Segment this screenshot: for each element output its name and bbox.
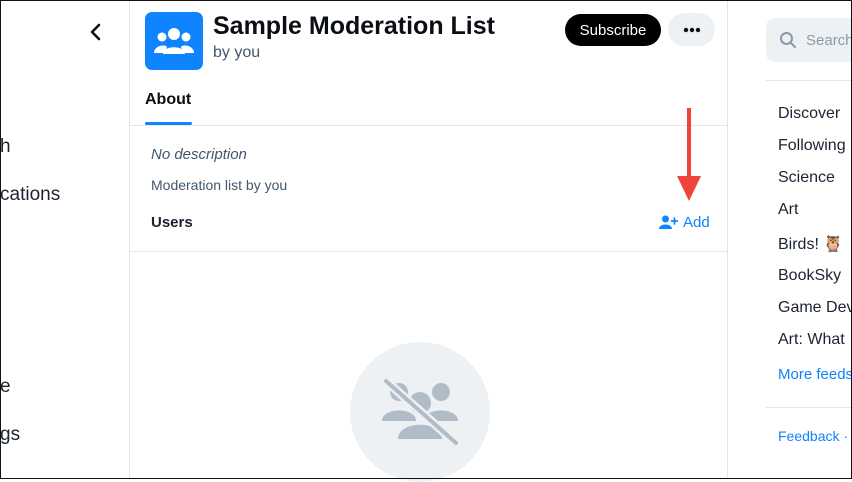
nav-item-label: gs bbox=[0, 424, 21, 445]
divider bbox=[130, 251, 728, 252]
nav-item-label: e bbox=[0, 376, 11, 397]
search-input[interactable]: Search bbox=[766, 18, 852, 62]
tab-about[interactable]: About bbox=[145, 91, 191, 109]
list-meta: Moderation list by you bbox=[151, 177, 288, 193]
subscribe-button[interactable]: Subscribe bbox=[565, 14, 661, 46]
feed-link[interactable]: Birds! 🦉 bbox=[778, 234, 843, 254]
users-slash-icon bbox=[381, 377, 461, 447]
search-icon bbox=[780, 32, 796, 48]
list-avatar bbox=[145, 12, 203, 70]
right-sidebar: Search Discover Following Science Art Bi… bbox=[728, 0, 852, 479]
nav-item-label: h bbox=[0, 136, 11, 157]
nav-item-settings[interactable]: gs bbox=[0, 424, 20, 446]
search-placeholder: Search bbox=[806, 31, 852, 49]
feed-link[interactable]: BookSky bbox=[778, 267, 841, 285]
users-group-icon bbox=[154, 28, 194, 54]
list-title: Sample Moderation List bbox=[213, 12, 495, 40]
list-owner: by you bbox=[213, 44, 261, 61]
nav-item-notifications[interactable]: cations bbox=[0, 184, 60, 206]
feed-link[interactable]: Art bbox=[778, 201, 798, 219]
nav-item-search[interactable]: h bbox=[0, 136, 11, 158]
list-description: No description bbox=[151, 146, 247, 163]
list-detail-panel: Sample Moderation List by you Subscribe … bbox=[129, 0, 728, 482]
more-options-button[interactable] bbox=[668, 13, 715, 46]
back-button[interactable] bbox=[82, 18, 110, 46]
users-section-label: Users bbox=[151, 214, 193, 231]
divider bbox=[766, 407, 852, 408]
empty-users-placeholder bbox=[350, 342, 490, 482]
more-feeds-link[interactable]: More feeds bbox=[778, 366, 852, 383]
feed-link[interactable]: Science bbox=[778, 169, 835, 187]
feed-link[interactable]: Following bbox=[778, 137, 846, 155]
nav-item-profile[interactable]: e bbox=[0, 376, 11, 398]
user-plus-icon bbox=[659, 215, 678, 229]
chevron-left-icon bbox=[90, 23, 101, 41]
ellipsis-icon bbox=[683, 27, 700, 32]
left-nav: h cations e gs bbox=[0, 0, 129, 479]
add-user-label: Add bbox=[683, 214, 710, 231]
divider bbox=[130, 125, 728, 126]
feed-link[interactable]: Game Dev bbox=[778, 299, 852, 317]
annotation-arrow-icon bbox=[677, 108, 701, 201]
feed-link[interactable]: Art: What bbox=[778, 331, 845, 349]
add-user-button[interactable]: Add bbox=[659, 214, 710, 231]
feed-link[interactable]: Discover bbox=[778, 105, 840, 123]
nav-item-label: cations bbox=[0, 184, 61, 205]
feedback-link[interactable]: Feedback · bbox=[778, 428, 848, 444]
divider bbox=[766, 80, 852, 81]
